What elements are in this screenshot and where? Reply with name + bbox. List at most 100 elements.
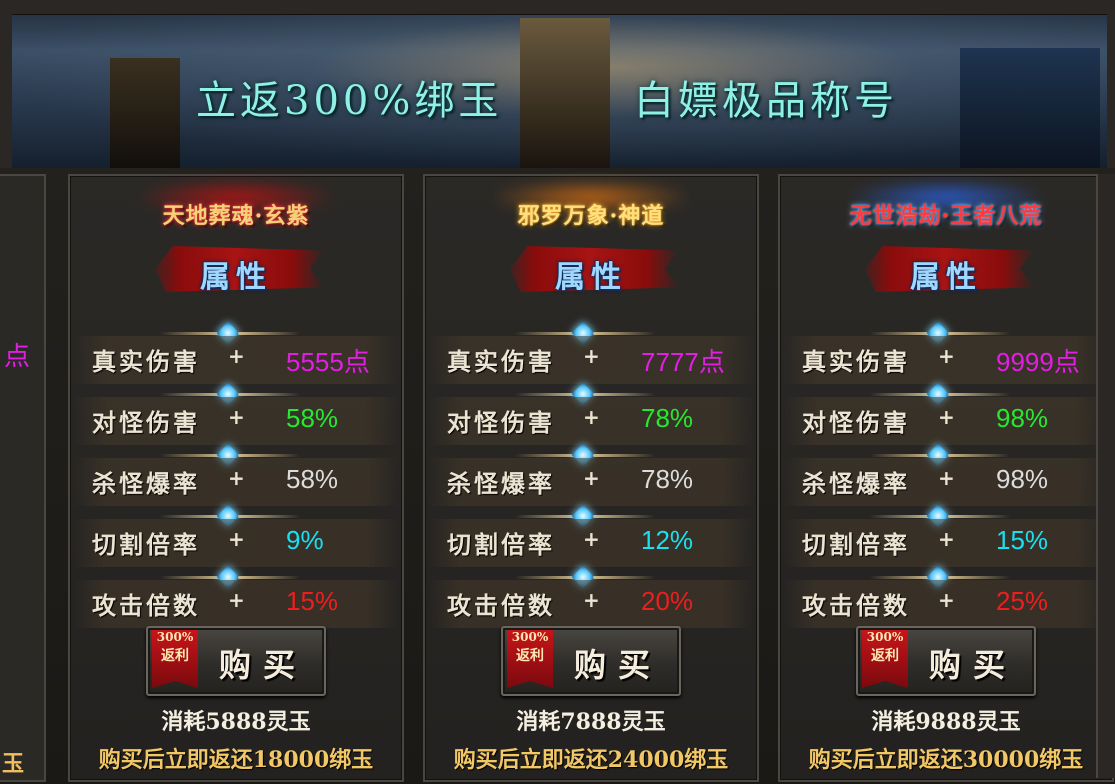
banner-right-frame [1107, 0, 1115, 168]
title-card: 邪罗万象·神道 属性 真实伤害 +7777点 对怪伤害 +78% 杀怪爆率 +78% 切割倍率 +… [423, 174, 759, 782]
stat-row: 杀怪爆率 +58% [74, 458, 398, 506]
buy-button[interactable]: 300% 返利 购买 [146, 626, 326, 696]
stat-value: 58% [286, 403, 339, 433]
promo-banner: 立返300%绑玉 白嫖极品称号 [0, 0, 1115, 170]
stat-value: 15% [996, 525, 1049, 555]
palace-tower-decoration [960, 48, 1100, 168]
title-card: 天地葬魂·玄紫属性真实伤害 +5555点对怪伤害 +58% 杀怪爆率 +58% 切割倍率 +… [68, 174, 404, 782]
cost-text: 消耗9888灵玉 [871, 709, 1021, 735]
stat-row: 攻击倍数 +20% [429, 580, 753, 628]
right-scroll-frame [1096, 174, 1115, 778]
shop-panel: 点 玉 天地葬魂·玄紫属性真实伤害 +5555点对怪伤害 +58% 杀怪爆率 +58% 切… [0, 168, 1115, 784]
stat-value: 7777点 [641, 347, 725, 377]
rebate-tag-icon: 300% 返利 [862, 630, 908, 688]
stat-label: 攻击倍数 [802, 591, 910, 620]
rebate-tag-label: 返利 [516, 648, 544, 664]
rebate-tag-label: 返利 [161, 648, 189, 664]
stat-row: 攻击倍数 +25% [784, 580, 1108, 628]
stat-label: 杀怪爆率 [802, 469, 910, 498]
palace-tower-decoration [110, 58, 180, 168]
stat-value: 20% [641, 586, 694, 616]
stat-value: 78% [641, 403, 694, 433]
title-card: 无世浩劫·王者八荒 属性 真实伤害 +9999点 对怪伤害 +98% 杀怪爆率 +98% 切割倍… [778, 174, 1114, 782]
stat-plus-sign: + [938, 588, 955, 612]
stat-row: 对怪伤害 +78% [429, 397, 753, 445]
stat-label: 对怪伤害 [447, 408, 555, 437]
stat-plus-sign: + [228, 466, 245, 490]
buy-button-label: 购买 [218, 646, 307, 684]
rebate-tag-icon: 300% 返利 [152, 630, 198, 688]
stat-row: 对怪伤害 +58% [74, 397, 398, 445]
attribute-heading: 属性 [910, 260, 982, 295]
banner-left-frame [0, 0, 12, 168]
stat-label: 对怪伤害 [802, 408, 910, 437]
return-reward-text: 购买后立即返还18000绑玉 [98, 747, 374, 773]
stat-value: 98% [996, 464, 1049, 494]
banner-top-frame [0, 0, 1115, 15]
stat-row: 真实伤害 +5555点 [74, 336, 398, 384]
card-partial-left: 点 玉 [0, 174, 46, 782]
stat-row: 杀怪爆率 +78% [429, 458, 753, 506]
stat-plus-sign: + [228, 344, 245, 368]
rebate-tag-percent: 300% [511, 630, 549, 644]
cost-text: 消耗5888灵玉 [161, 709, 311, 735]
stat-value: 78% [641, 464, 694, 494]
stat-label: 真实伤害 [92, 347, 200, 376]
stat-value: 9% [286, 525, 324, 555]
cost-text: 消耗7888灵玉 [516, 709, 666, 735]
banner-title-text: 白嫖极品称号 [634, 78, 898, 124]
stat-plus-sign: + [583, 344, 600, 368]
stat-row: 切割倍率 +9% [74, 519, 398, 567]
stat-plus-sign: + [583, 588, 600, 612]
stat-plus-sign: + [938, 466, 955, 490]
stat-row: 切割倍率 +12% [429, 519, 753, 567]
return-reward-text: 购买后立即返还24000绑玉 [453, 747, 729, 773]
stat-plus-sign: + [938, 344, 955, 368]
stat-row: 真实伤害 +9999点 [784, 336, 1108, 384]
stat-label: 攻击倍数 [92, 591, 200, 620]
stat-plus-sign: + [583, 527, 600, 551]
return-reward-text: 购买后立即返还30000绑玉 [808, 747, 1084, 773]
stat-label: 切割倍率 [92, 530, 200, 559]
buy-button[interactable]: 300% 返利 购买 [501, 626, 681, 696]
rebate-tag-label: 返利 [871, 648, 899, 664]
stat-label: 杀怪爆率 [92, 469, 200, 498]
card-title-name: 邪罗万象·神道 [517, 203, 665, 229]
stat-label: 对怪伤害 [92, 408, 200, 437]
rebate-tag-icon: 300% 返利 [507, 630, 553, 688]
partial-value: 点 [4, 342, 31, 372]
attribute-heading: 属性 [200, 260, 272, 295]
card-title-name: 天地葬魂·玄紫 [162, 203, 310, 229]
stat-plus-sign: + [583, 405, 600, 429]
stat-row: 对怪伤害 +98% [784, 397, 1108, 445]
stat-label: 杀怪爆率 [447, 469, 555, 498]
stat-label: 攻击倍数 [447, 591, 555, 620]
partial-return-text: 玉 [2, 752, 25, 777]
banner-rebate-text: 立返300%绑玉 [196, 78, 503, 124]
stat-row: 真实伤害 +7777点 [429, 336, 753, 384]
stat-plus-sign: + [228, 405, 245, 429]
stat-row: 杀怪爆率 +98% [784, 458, 1108, 506]
rebate-tag-percent: 300% [866, 630, 904, 644]
stat-value: 58% [286, 464, 339, 494]
stat-value: 9999点 [996, 347, 1080, 377]
stat-plus-sign: + [938, 527, 955, 551]
stat-value: 5555点 [286, 347, 370, 377]
rebate-tag-percent: 300% [156, 630, 194, 644]
palace-tower-decoration [520, 18, 610, 168]
stat-value: 25% [996, 586, 1049, 616]
buy-button-label: 购买 [573, 646, 662, 684]
card-title-name: 无世浩劫·王者八荒 [849, 203, 1043, 229]
buy-button[interactable]: 300% 返利 购买 [856, 626, 1036, 696]
stat-value: 12% [641, 525, 694, 555]
stat-label: 真实伤害 [802, 347, 910, 376]
stat-label: 真实伤害 [447, 347, 555, 376]
stat-row: 切割倍率 +15% [784, 519, 1108, 567]
stat-value: 98% [996, 403, 1049, 433]
stat-value: 15% [286, 586, 339, 616]
stat-row: 攻击倍数 +15% [74, 580, 398, 628]
stat-label: 切割倍率 [802, 530, 910, 559]
buy-button-label: 购买 [928, 646, 1017, 684]
stat-plus-sign: + [228, 527, 245, 551]
attribute-heading: 属性 [555, 260, 627, 295]
